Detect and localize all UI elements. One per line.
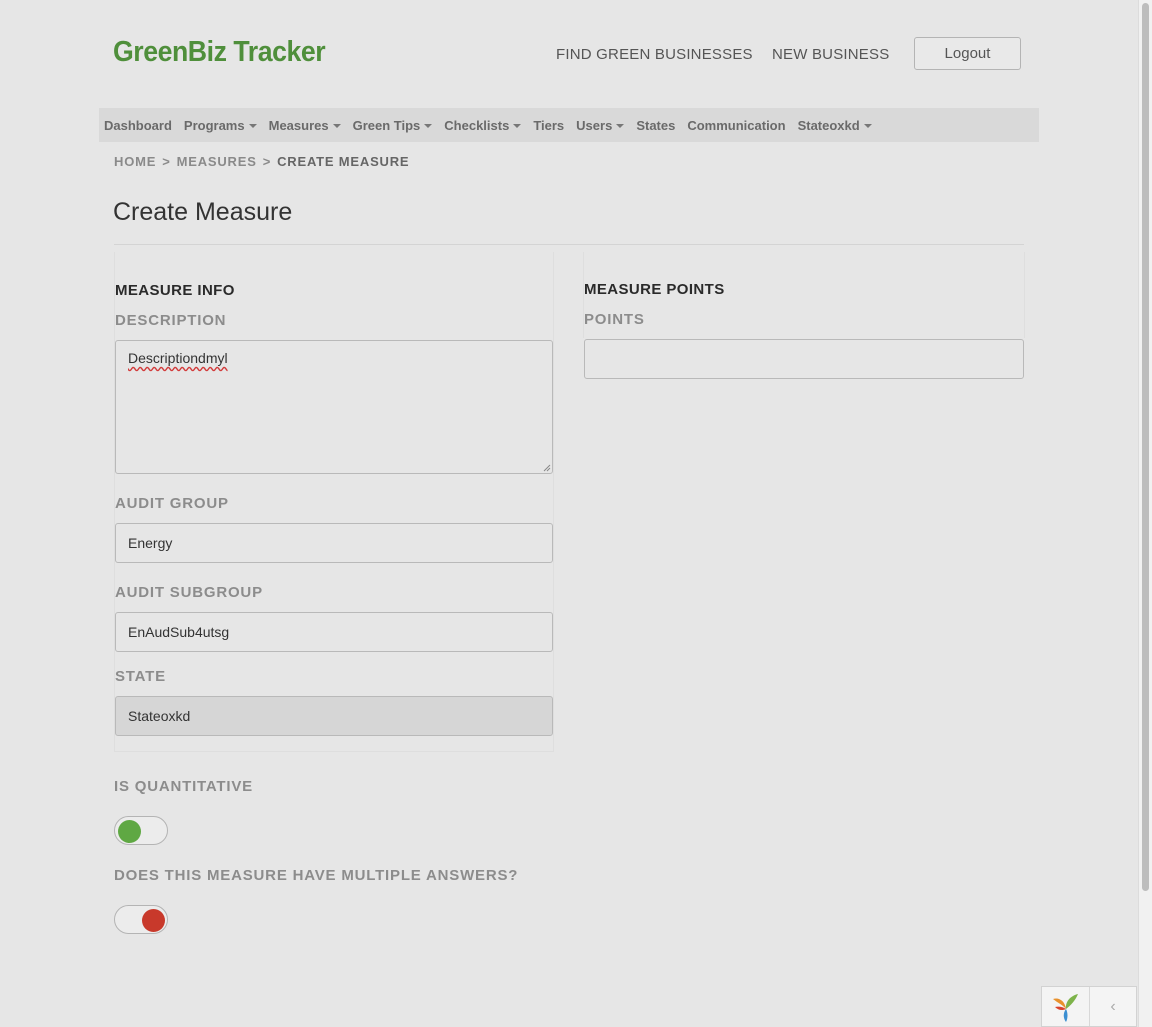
multiple-answers-toggle[interactable] (114, 905, 168, 934)
breadcrumb-separator: > (262, 154, 272, 169)
caret-down-icon (248, 123, 257, 128)
breadcrumb-home[interactable]: HOME (114, 154, 156, 169)
measure-info-heading: MEASURE INFO (115, 282, 235, 299)
menu-item-dashboard[interactable]: Dashboard (104, 118, 172, 133)
is-quantitative-label: IS QUANTITATIVE (114, 778, 253, 795)
audit-group-field[interactable]: Energy (115, 523, 553, 563)
caret-down-icon (332, 123, 341, 128)
measure-points-heading: MEASURE POINTS (584, 281, 725, 298)
breadcrumb-current: CREATE MEASURE (277, 154, 410, 169)
scrollbar-thumb[interactable] (1142, 3, 1149, 891)
menu-item-measures[interactable]: Measures (269, 118, 341, 133)
caret-down-icon (513, 123, 522, 128)
breadcrumb: HOME > MEASURES > CREATE MEASURE (114, 154, 415, 169)
menu-item-communication[interactable]: Communication (687, 118, 785, 133)
points-input[interactable] (584, 339, 1024, 379)
toggle-knob-on (118, 820, 141, 843)
description-label: DESCRIPTION (115, 312, 227, 329)
debug-toolbar: ‹ (1041, 986, 1137, 1027)
audit-group-label: AUDIT GROUP (115, 495, 229, 512)
menu-item-programs[interactable]: Programs (184, 118, 257, 133)
multiple-answers-label: DOES THIS MEASURE HAVE MULTIPLE ANSWERS? (114, 867, 519, 884)
yii-logo-icon[interactable] (1042, 987, 1090, 1026)
menu-item-states[interactable]: States (636, 118, 675, 133)
nav-find-green-businesses[interactable]: FIND GREEN BUSINESSES (556, 46, 753, 63)
page-title: Create Measure (113, 198, 293, 226)
brand-logo[interactable]: GreenBiz Tracker (113, 36, 326, 69)
page: GreenBiz Tracker FIND GREEN BUSINESSES N… (0, 0, 1138, 1027)
state-field: Stateoxkd (115, 696, 553, 736)
breadcrumb-separator: > (162, 154, 171, 169)
description-value: Descriptiondmyl (128, 350, 228, 366)
menu-item-state[interactable]: Stateoxkd (798, 118, 872, 133)
logout-button[interactable]: Logout (914, 37, 1021, 70)
title-divider (114, 244, 1024, 245)
menu-item-checklists[interactable]: Checklists (444, 118, 522, 133)
caret-down-icon (616, 123, 625, 128)
menu-item-green-tips[interactable]: Green Tips (353, 118, 433, 133)
points-label: POINTS (584, 311, 645, 328)
toggle-knob-off (142, 909, 165, 932)
caret-down-icon (863, 123, 872, 128)
is-quantitative-toggle[interactable] (114, 816, 168, 845)
audit-subgroup-label: AUDIT SUBGROUP (115, 584, 263, 601)
resize-handle-icon[interactable] (543, 464, 551, 472)
nav-new-business[interactable]: NEW BUSINESS (772, 46, 889, 63)
chevron-left-icon[interactable]: ‹ (1090, 987, 1136, 1026)
main-menu: Dashboard Programs Measures Green Tips C… (99, 108, 1039, 142)
breadcrumb-measures[interactable]: MEASURES (177, 154, 257, 169)
audit-subgroup-field[interactable]: EnAudSub4utsg (115, 612, 553, 652)
state-label: STATE (115, 668, 166, 685)
vertical-scrollbar[interactable] (1138, 0, 1152, 1027)
caret-down-icon (424, 123, 433, 128)
description-textarea[interactable]: Descriptiondmyl (115, 340, 553, 474)
menu-item-tiers[interactable]: Tiers (533, 118, 564, 133)
menu-item-users[interactable]: Users (576, 118, 625, 133)
